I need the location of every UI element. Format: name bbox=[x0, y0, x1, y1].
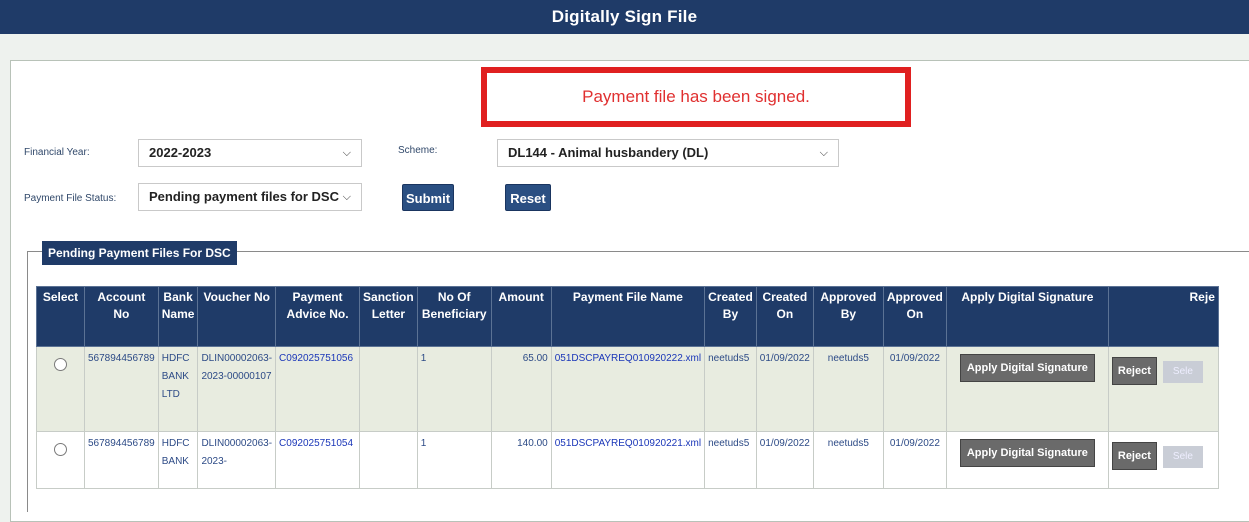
created-on-cell: 01/09/2022 bbox=[755, 431, 814, 489]
reject-button[interactable]: Reject bbox=[1111, 357, 1157, 385]
reject-button[interactable]: Reject bbox=[1111, 442, 1157, 470]
payment-file-link[interactable]: 051DSCPAYREQ010920221.xml bbox=[550, 431, 706, 489]
col-created-on: Created On bbox=[755, 286, 814, 347]
success-message: Payment file has been signed. bbox=[481, 67, 911, 127]
bank-name-cell: HDFC BANK bbox=[157, 431, 199, 489]
beneficiary-cell: 1 bbox=[416, 346, 492, 432]
select-cell bbox=[36, 346, 85, 432]
chevron-down-icon: ⌵ bbox=[342, 147, 351, 159]
scheme-select[interactable]: DL144 - Animal husbandery (DL) ⌵ bbox=[497, 139, 839, 167]
col-amount: Amount bbox=[490, 286, 552, 347]
page-title: Digitally Sign File bbox=[0, 0, 1249, 34]
apply-digital-signature-button[interactable]: Apply Digital Signature bbox=[959, 354, 1095, 382]
col-reject: Reje bbox=[1107, 286, 1219, 347]
reject-cell: Reject Sele bbox=[1107, 346, 1219, 432]
approved-on-cell: 01/09/2022 bbox=[882, 431, 947, 489]
reject-cell: Reject Sele bbox=[1107, 431, 1219, 489]
row-select-radio[interactable] bbox=[54, 358, 67, 371]
amount-cell: 65.00 bbox=[490, 346, 552, 432]
payment-status-label: Payment File Status: bbox=[24, 193, 117, 204]
table-header-row: Select Account No Bank Name Voucher No P… bbox=[36, 286, 1219, 347]
col-approved-by: Approved By bbox=[812, 286, 884, 347]
payment-advice-link[interactable]: C092025751056 bbox=[275, 346, 361, 432]
col-account-no: Account No bbox=[84, 286, 159, 347]
scheme-label: Scheme: bbox=[398, 145, 438, 156]
financial-year-select[interactable]: 2022-2023 ⌵ bbox=[138, 139, 362, 167]
select-button[interactable]: Sele bbox=[1162, 361, 1203, 383]
chevron-down-icon: ⌵ bbox=[342, 191, 351, 203]
reset-button[interactable]: Reset bbox=[505, 184, 551, 211]
account-no-cell: 567894456789 bbox=[84, 346, 159, 432]
col-bank-name: Bank Name bbox=[157, 286, 199, 347]
scheme-value: DL144 - Animal husbandery (DL) bbox=[508, 145, 709, 160]
section-legend: Pending Payment Files For DSC bbox=[42, 241, 237, 265]
col-payment-file-name: Payment File Name bbox=[550, 286, 706, 347]
row-select-radio[interactable] bbox=[54, 443, 67, 456]
payment-status-select[interactable]: Pending payment files for DSC ⌵ bbox=[138, 183, 362, 211]
payment-advice-link[interactable]: C092025751054 bbox=[275, 431, 361, 489]
bank-name-cell: HDFC BANK LTD bbox=[157, 346, 199, 432]
created-on-cell: 01/09/2022 bbox=[755, 346, 814, 432]
submit-button[interactable]: Submit bbox=[402, 184, 454, 211]
col-select: Select bbox=[36, 286, 85, 347]
sanction-letter-cell bbox=[359, 346, 418, 432]
table-row: 567894456789 HDFC BANK LTD DLIN00002063-… bbox=[36, 346, 1219, 432]
financial-year-label: Financial Year: bbox=[24, 147, 90, 158]
select-button[interactable]: Sele bbox=[1162, 446, 1203, 468]
amount-cell: 140.00 bbox=[490, 431, 552, 489]
payment-file-link[interactable]: 051DSCPAYREQ010920222.xml bbox=[550, 346, 706, 432]
created-by-cell: neetuds5 bbox=[704, 431, 757, 489]
approved-by-cell: neetuds5 bbox=[812, 431, 884, 489]
col-payment-advice: Payment Advice No. bbox=[275, 286, 361, 347]
col-sanction-letter: Sanction Letter bbox=[359, 286, 418, 347]
created-by-cell: neetuds5 bbox=[704, 346, 757, 432]
financial-year-value: 2022-2023 bbox=[149, 145, 212, 160]
voucher-no-cell: DLIN00002063-2023-00000107 bbox=[197, 346, 277, 432]
apply-ds-cell: Apply Digital Signature bbox=[945, 346, 1109, 432]
col-voucher-no: Voucher No bbox=[197, 286, 277, 347]
col-beneficiary: No Of Beneficiary bbox=[416, 286, 492, 347]
approved-by-cell: neetuds5 bbox=[812, 346, 884, 432]
pending-files-table: Select Account No Bank Name Voucher No P… bbox=[36, 286, 1219, 489]
voucher-no-cell: DLIN00002063-2023- bbox=[197, 431, 277, 489]
approved-on-cell: 01/09/2022 bbox=[882, 346, 947, 432]
chevron-down-icon: ⌵ bbox=[819, 147, 828, 159]
account-no-cell: 567894456789 bbox=[84, 431, 159, 489]
sanction-letter-cell bbox=[359, 431, 418, 489]
col-created-by: Created By bbox=[704, 286, 757, 347]
apply-ds-cell: Apply Digital Signature bbox=[945, 431, 1109, 489]
table-row: 567894456789 HDFC BANK DLIN00002063-2023… bbox=[36, 431, 1219, 489]
col-apply-digital-signature: Apply Digital Signature bbox=[945, 286, 1109, 347]
col-approved-on: Approved On bbox=[882, 286, 947, 347]
payment-status-value: Pending payment files for DSC bbox=[149, 189, 339, 204]
beneficiary-cell: 1 bbox=[416, 431, 492, 489]
select-cell bbox=[36, 431, 85, 489]
apply-digital-signature-button[interactable]: Apply Digital Signature bbox=[959, 439, 1095, 467]
